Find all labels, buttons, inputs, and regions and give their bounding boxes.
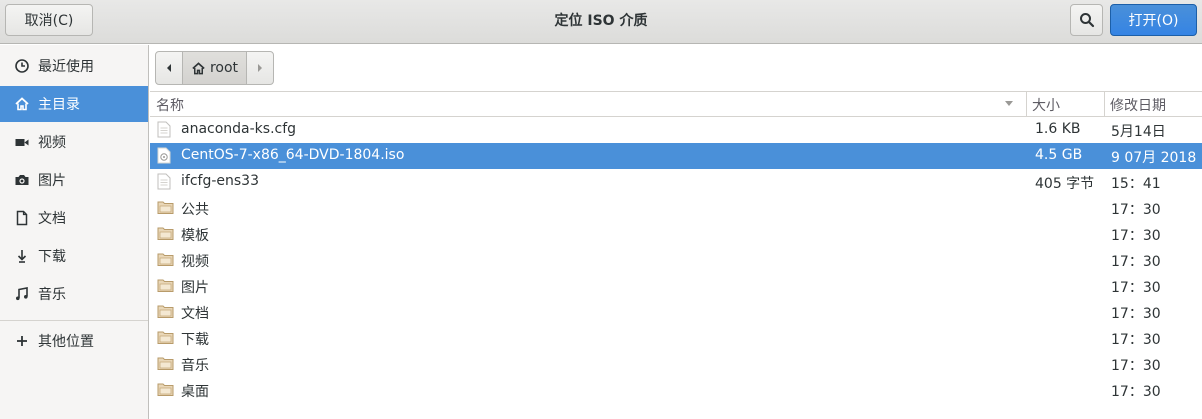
file-name: 模板 [181, 228, 209, 244]
sidebar-item-label: 其他位置 [38, 334, 94, 350]
cancel-button[interactable]: 取消(C) [5, 4, 93, 36]
file-row[interactable]: 桌面 17：30 [150, 377, 1202, 403]
column-header-size[interactable]: 大小 [1032, 95, 1060, 115]
path-bar: root [155, 51, 274, 85]
clock-icon [14, 58, 30, 74]
sidebar-item-label: 视频 [38, 135, 66, 151]
path-back-button[interactable] [156, 52, 182, 84]
sidebar-item-label: 音乐 [38, 287, 66, 303]
home-icon [192, 61, 205, 74]
file-modified: 17：30 [1111, 358, 1161, 374]
file-row[interactable]: CentOS-7-x86_64-DVD-1804.iso 4.5 GB 9 07月 … [150, 143, 1202, 169]
text-file-icon [157, 173, 173, 191]
column-header-name[interactable]: 名称 [156, 95, 184, 115]
file-row[interactable]: 模板 17：30 [150, 221, 1202, 247]
file-row[interactable]: 下载 17：30 [150, 325, 1202, 351]
arrow-right-icon [258, 64, 262, 72]
folder-icon [157, 277, 174, 295]
folder-icon [157, 251, 174, 269]
text-file-icon [157, 121, 173, 139]
file-name: anaconda-ks.cfg [181, 121, 297, 137]
column-header-row: 名称 大小 修改日期 [150, 91, 1202, 117]
folder-icon [157, 199, 174, 217]
places-sidebar: 最近使用 主目录 视频 图片 文档 下载 音乐 其他位置 [0, 45, 149, 419]
file-modified: 17：30 [1111, 332, 1161, 348]
header-bar: 取消(C) 定位 ISO 介质 打开(O) [0, 0, 1202, 44]
file-size: 405 字节 [1035, 176, 1095, 192]
path-crumb-root[interactable]: root [182, 52, 247, 84]
file-row[interactable]: ifcfg-ens33 405 字节 15：41 [150, 169, 1202, 195]
plus-icon [14, 333, 30, 349]
file-modified: 9 07月 2018 [1111, 150, 1197, 166]
sidebar-item-documents[interactable]: 文档 [0, 200, 148, 236]
file-name: 公共 [181, 202, 209, 218]
folder-icon [157, 225, 174, 243]
disc-image-icon [157, 147, 173, 165]
file-name: CentOS-7-x86_64-DVD-1804.iso [181, 147, 405, 163]
file-name: 桌面 [181, 384, 209, 400]
sidebar-item-recent[interactable]: 最近使用 [0, 48, 148, 84]
folder-icon [157, 303, 174, 321]
camera-icon [14, 172, 30, 188]
file-modified: 17：30 [1111, 306, 1161, 322]
sidebar-item-home[interactable]: 主目录 [0, 86, 148, 122]
file-name: 下载 [181, 332, 209, 348]
file-row[interactable]: anaconda-ks.cfg 1.6 KB 5月14日 [150, 117, 1202, 143]
file-row[interactable]: 音乐 17：30 [150, 351, 1202, 377]
open-button[interactable]: 打开(O) [1110, 4, 1197, 36]
file-modified: 17：30 [1111, 228, 1161, 244]
video-icon [14, 134, 30, 150]
column-separator[interactable] [1104, 92, 1105, 117]
sidebar-item-label: 主目录 [38, 97, 80, 113]
column-separator[interactable] [1026, 92, 1027, 117]
column-header-modified[interactable]: 修改日期 [1110, 95, 1166, 115]
file-modified: 5月14日 [1111, 124, 1166, 140]
folder-icon [157, 329, 174, 347]
file-name: 文档 [181, 306, 209, 322]
sort-arrow-icon [1005, 101, 1013, 106]
sidebar-item-music[interactable]: 音乐 [0, 276, 148, 312]
file-name: ifcfg-ens33 [181, 173, 259, 189]
file-name: 音乐 [181, 358, 209, 374]
file-modified: 17：30 [1111, 254, 1161, 270]
folder-icon [157, 355, 174, 373]
file-row[interactable]: 图片 17：30 [150, 273, 1202, 299]
file-modified: 17：30 [1111, 384, 1161, 400]
download-icon [14, 248, 30, 264]
sidebar-item-label: 文档 [38, 211, 66, 227]
home-icon [14, 96, 30, 112]
file-size: 4.5 GB [1035, 147, 1083, 163]
path-crumb-label: root [209, 60, 239, 76]
sidebar-item-downloads[interactable]: 下载 [0, 238, 148, 274]
file-name: 图片 [181, 280, 209, 296]
sidebar-item-videos[interactable]: 视频 [0, 124, 148, 160]
document-icon [14, 210, 30, 226]
search-button[interactable] [1070, 4, 1103, 36]
sidebar-separator [0, 320, 148, 321]
file-modified: 17：30 [1111, 202, 1161, 218]
file-row[interactable]: 公共 17：30 [150, 195, 1202, 221]
sidebar-item-label: 下载 [38, 249, 66, 265]
file-list: 名称 大小 修改日期 anaconda-ks.cfg 1.6 KB 5月14日 Cen… [150, 91, 1202, 419]
arrow-left-icon [167, 64, 171, 72]
file-name: 视频 [181, 254, 209, 270]
sidebar-item-pictures[interactable]: 图片 [0, 162, 148, 198]
music-icon [14, 286, 30, 302]
sidebar-item-label: 最近使用 [38, 59, 94, 75]
search-icon [1079, 13, 1094, 28]
file-modified: 17：30 [1111, 280, 1161, 296]
file-size: 1.6 KB [1035, 121, 1081, 137]
sidebar-item-label: 图片 [38, 173, 66, 189]
file-modified: 15：41 [1111, 176, 1161, 192]
file-row[interactable]: 文档 17：30 [150, 299, 1202, 325]
path-forward-button[interactable] [247, 52, 273, 84]
sidebar-item-other-locations[interactable]: 其他位置 [0, 323, 148, 359]
dialog-title: 定位 ISO 介质 [554, 13, 648, 29]
file-row[interactable]: 视频 17：30 [150, 247, 1202, 273]
folder-icon [157, 381, 174, 399]
